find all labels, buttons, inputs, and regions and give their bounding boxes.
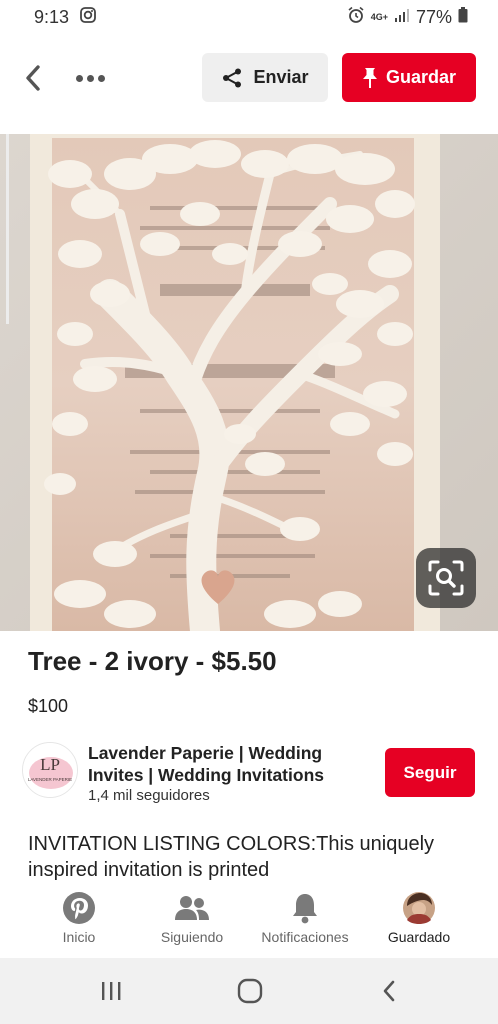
save-button-label: Guardar [385, 67, 457, 87]
nav-following[interactable]: Siguiendo [137, 890, 247, 954]
nav-label: Guardado [387, 929, 451, 945]
battery-icon [458, 6, 468, 28]
recent-apps-icon [102, 982, 121, 1000]
alarm-icon [347, 6, 365, 29]
home-circle-icon [237, 978, 263, 1004]
dot-icon [86, 74, 94, 82]
creator-name[interactable]: Lavender Paperie | Wedding Invites | Wed… [88, 742, 358, 786]
share-icon [223, 68, 242, 87]
instagram-icon [79, 6, 97, 29]
status-right: 4G+ 77% [347, 6, 468, 29]
nav-notifications[interactable]: Notificaciones [250, 890, 360, 954]
pushpin-icon [362, 67, 377, 88]
dot-icon [97, 74, 105, 82]
pin-price: $100 [28, 696, 69, 716]
system-back-button[interactable] [367, 976, 411, 1006]
battery-level: 77% [415, 6, 452, 27]
visual-search-button[interactable] [416, 548, 476, 608]
follow-button[interactable]: Seguir [385, 748, 475, 797]
share-button[interactable]: Enviar [202, 53, 328, 102]
recent-apps-button[interactable] [89, 976, 133, 1006]
creator-avatar[interactable]: LP LAVENDER PAPERIE [22, 742, 78, 798]
back-button[interactable] [18, 60, 48, 96]
bell-icon [293, 894, 317, 924]
status-time: 9:13 [34, 6, 70, 27]
top-action-bar: Enviar Guardar [0, 42, 498, 114]
system-nav-bar [0, 958, 498, 1024]
follower-count: 1,4 mil seguidores [88, 787, 210, 804]
back-arrow-icon [383, 980, 395, 1002]
creator-logo: LP LAVENDER PAPERIE [23, 743, 77, 797]
people-icon [175, 896, 209, 920]
more-options-button[interactable] [70, 66, 110, 90]
bottom-nav: Inicio Siguiendo Notificaciones Guardado [0, 884, 498, 958]
nav-label: Notificaciones [261, 929, 349, 945]
save-button[interactable]: Guardar [342, 53, 476, 102]
nav-home[interactable]: Inicio [24, 890, 134, 954]
chevron-left-icon [26, 65, 40, 91]
dot-icon [75, 74, 83, 82]
creator-row: LP LAVENDER PAPERIE Lavender Paperie | W… [22, 740, 482, 810]
nav-saved[interactable]: Guardado [364, 890, 474, 954]
pinterest-icon [63, 892, 95, 924]
network-type: 4G+ [370, 12, 388, 22]
nav-label: Siguiendo [160, 929, 224, 945]
avatar-caption: LAVENDER PAPERIE [28, 777, 72, 782]
status-bar: 9:13 4G+ 77% [0, 0, 498, 34]
visual-search-icon [428, 560, 464, 596]
nav-label: Inicio [62, 929, 96, 945]
avatar-initials: LP [40, 755, 60, 774]
pin-description: INVITATION LISTING COLORS:This uniquely … [28, 833, 435, 881]
pin-title: Tree - 2 ivory - $5.50 [28, 646, 277, 676]
status-left: 9:13 [34, 6, 97, 29]
profile-avatar-icon [403, 892, 435, 924]
home-button[interactable] [228, 976, 272, 1006]
signal-icon [394, 7, 410, 28]
share-button-label: Enviar [253, 67, 309, 87]
